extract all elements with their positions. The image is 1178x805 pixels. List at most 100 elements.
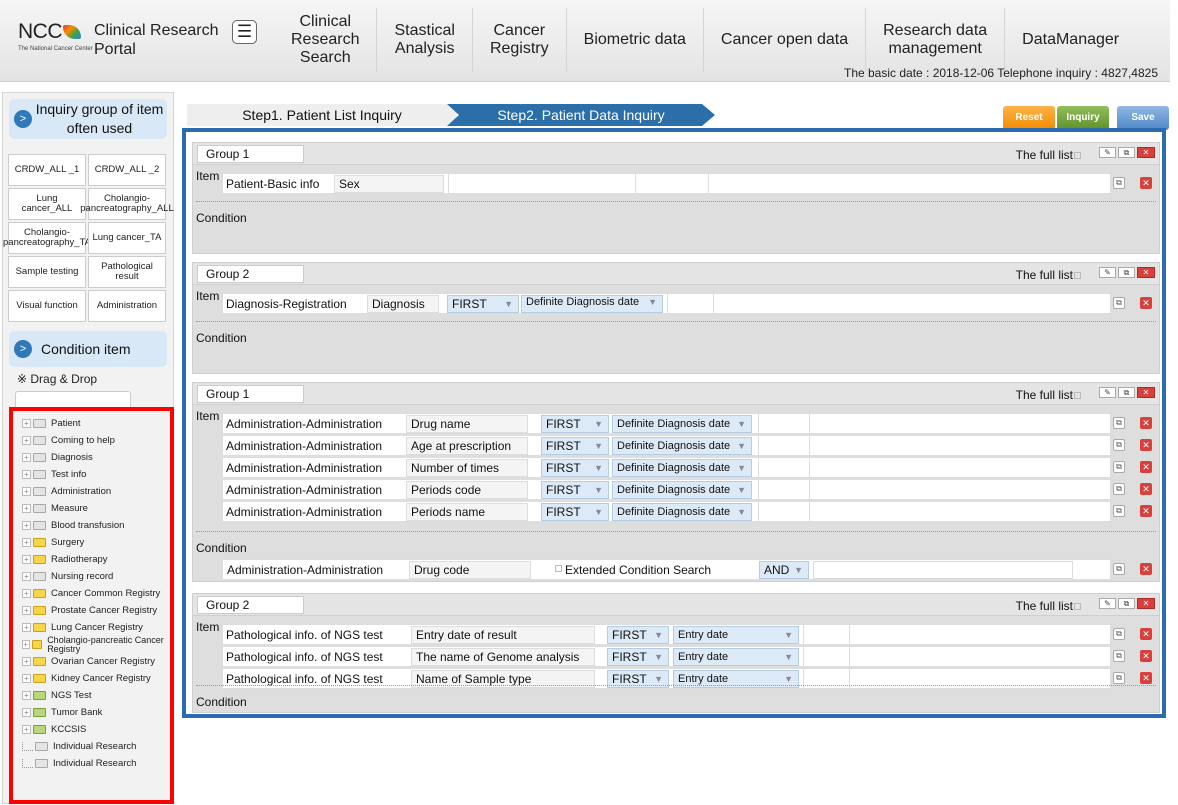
edit-icon[interactable]: ✎	[1099, 598, 1116, 609]
nav-statistical-analysis[interactable]: Stastical Analysis	[376, 8, 471, 72]
edit-icon[interactable]: ✎	[1099, 147, 1116, 158]
delete-icon[interactable]: ✕	[1140, 177, 1152, 189]
tree-item[interactable]: + Test info	[22, 466, 167, 483]
condition-item-header[interactable]: > Condition item	[9, 331, 167, 367]
expand-icon[interactable]: +	[22, 419, 31, 428]
expand-icon[interactable]: +	[22, 538, 31, 547]
tree-item[interactable]: + Prostate Cancer Registry	[22, 602, 167, 619]
expand-icon[interactable]: +	[22, 725, 31, 734]
delete-icon[interactable]: ✕	[1140, 483, 1152, 495]
tree-item[interactable]: + Cholangio-pancreatic Cancer Registry	[22, 635, 167, 653]
quick-item[interactable]: Visual function	[8, 290, 86, 322]
delete-icon[interactable]: ✕	[1140, 628, 1152, 640]
tree-item[interactable]: + Blood transfusion	[22, 517, 167, 534]
expand-icon[interactable]: +	[22, 691, 31, 700]
quick-item[interactable]: Cholangio-pancreatography_ALL	[80, 188, 174, 220]
copy-icon[interactable]: ⧉	[1113, 177, 1125, 189]
copy-icon[interactable]: ⧉	[1118, 147, 1135, 158]
quick-item[interactable]: Sample testing	[8, 256, 86, 288]
copy-icon[interactable]: ⧉	[1113, 650, 1125, 662]
expand-icon[interactable]: +	[22, 623, 31, 632]
occurrence-select[interactable]: FIRST	[607, 648, 669, 666]
item-field[interactable]: Age at prescription	[406, 437, 528, 455]
quick-item[interactable]: Lung cancer_ALL	[8, 188, 86, 220]
full-list-checkbox[interactable]	[1074, 272, 1081, 280]
reset-button[interactable]: Reset	[1003, 106, 1055, 130]
item-row[interactable]: Pathological info. of NGS test The name o…	[222, 646, 1111, 667]
reference-date-select[interactable]: Definite Diagnosis date	[612, 459, 752, 477]
copy-icon[interactable]: ⧉	[1118, 387, 1135, 398]
reference-date-select[interactable]: Definite Diagnosis date	[612, 437, 752, 455]
quick-item[interactable]: Lung cancer_TA	[88, 222, 166, 254]
item-row[interactable]: Administration-Administration Periods cod…	[222, 479, 1111, 500]
delete-icon[interactable]: ✕	[1140, 505, 1152, 517]
quick-item[interactable]: Administration	[88, 290, 166, 322]
group-name-field[interactable]: Group 1	[197, 145, 304, 163]
nav-cancer-open-data[interactable]: Cancer open data	[702, 8, 865, 72]
tree-item[interactable]: + Diagnosis	[22, 449, 167, 466]
item-field[interactable]: Sex	[334, 175, 444, 193]
expand-icon[interactable]: +	[22, 487, 31, 496]
item-field[interactable]: Diagnosis	[367, 295, 439, 313]
expand-icon[interactable]: +	[22, 606, 31, 615]
nav-clinical-research-search[interactable]: Clinical Research Search	[274, 8, 376, 72]
expand-icon[interactable]: +	[22, 470, 31, 479]
tree-item[interactable]: Individual Research	[22, 755, 167, 772]
occurrence-select[interactable]: FIRST	[447, 295, 519, 313]
tree-item[interactable]: + Nursing record	[22, 568, 167, 585]
nav-datamanager[interactable]: DataManager	[1004, 8, 1136, 72]
tree-item[interactable]: + Radiotherapy	[22, 551, 167, 568]
copy-icon[interactable]: ⧉	[1113, 461, 1125, 473]
quick-item[interactable]: CRDW_ALL _2	[88, 154, 166, 186]
condition-field[interactable]: Drug code	[409, 561, 531, 579]
delete-icon[interactable]: ✕	[1137, 147, 1155, 158]
group-name-field[interactable]: Group 2	[197, 596, 304, 614]
occurrence-select[interactable]: FIRST	[541, 459, 609, 477]
copy-icon[interactable]: ⧉	[1113, 628, 1125, 640]
tree-item[interactable]: + Kidney Cancer Registry	[22, 670, 167, 687]
nav-biometric-data[interactable]: Biometric data	[565, 8, 703, 72]
expand-icon[interactable]: +	[22, 521, 31, 530]
inquiry-button[interactable]: Inquiry	[1057, 106, 1109, 130]
logic-operator-select[interactable]: AND	[759, 561, 809, 579]
delete-icon[interactable]: ✕	[1140, 563, 1152, 575]
full-list-checkbox[interactable]	[1074, 603, 1081, 611]
item-row[interactable]: Pathological info. of NGS test Entry date…	[222, 624, 1111, 645]
occurrence-select[interactable]: FIRST	[607, 626, 669, 644]
tree-item[interactable]: + Patient	[22, 415, 167, 432]
copy-icon[interactable]: ⧉	[1118, 598, 1135, 609]
tree-item[interactable]: + Ovarian Cancer Registry	[22, 653, 167, 670]
item-field[interactable]: Drug name	[406, 415, 528, 433]
delete-icon[interactable]: ✕	[1140, 439, 1152, 451]
full-list-checkbox[interactable]	[1074, 392, 1081, 400]
item-field[interactable]: Periods code	[406, 481, 528, 499]
copy-icon[interactable]: ⧉	[1113, 483, 1125, 495]
reference-date-select[interactable]: Entry date	[673, 626, 799, 644]
tree-item[interactable]: + Measure	[22, 500, 167, 517]
item-row[interactable]: Administration-Administration Periods nam…	[222, 501, 1111, 522]
expand-icon[interactable]: +	[22, 436, 31, 445]
extended-condition-search[interactable]: Extended Condition Search	[553, 562, 753, 578]
condition-row[interactable]: Administration-Administration Drug code Ex…	[222, 559, 1111, 580]
delete-icon[interactable]: ✕	[1140, 650, 1152, 662]
item-field[interactable]: The name of Genome analysis	[411, 648, 595, 666]
reference-date-select[interactable]: Definite Diagnosis date	[612, 503, 752, 521]
expand-icon[interactable]: +	[22, 674, 31, 683]
group-name-field[interactable]: Group 1	[197, 385, 304, 403]
item-row[interactable]: Administration-Administration Age at pres…	[222, 435, 1111, 456]
expand-icon[interactable]: +	[22, 572, 31, 581]
occurrence-select[interactable]: FIRST	[541, 415, 609, 433]
hamburger-menu-icon[interactable]: ☰	[232, 20, 257, 44]
edit-icon[interactable]: ✎	[1099, 267, 1116, 278]
nav-cancer-registry[interactable]: Cancer Registry	[471, 8, 566, 72]
extended-search-checkbox[interactable]	[555, 565, 562, 572]
item-field[interactable]: Number of times	[406, 459, 528, 477]
delete-icon[interactable]: ✕	[1137, 267, 1155, 278]
tree-item[interactable]: + Surgery	[22, 534, 167, 551]
reference-date-select[interactable]: Definite Diagnosis date	[612, 415, 752, 433]
copy-icon[interactable]: ⧉	[1113, 297, 1125, 309]
tree-item[interactable]: + Lung Cancer Registry	[22, 619, 167, 636]
step2-tab[interactable]: Step2. Patient Data Inquiry	[447, 104, 715, 126]
copy-icon[interactable]: ⧉	[1113, 439, 1125, 451]
item-row[interactable]: Diagnosis-Registration Diagnosis FIRSTDefi…	[222, 293, 1111, 314]
